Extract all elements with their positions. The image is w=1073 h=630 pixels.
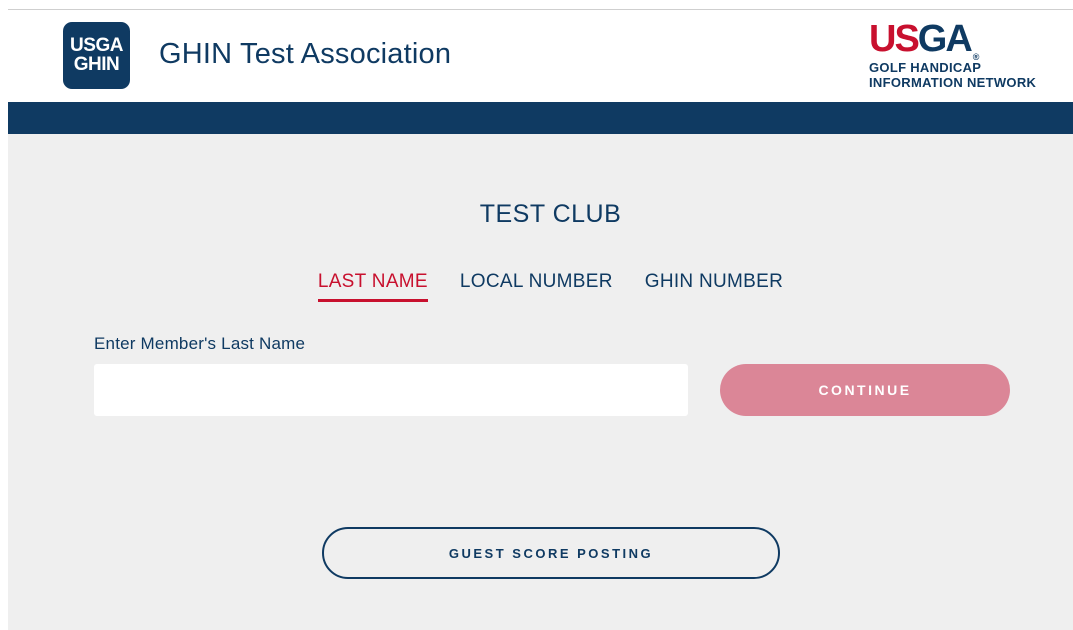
search-tabs: LAST NAME LOCAL NUMBER GHIN NUMBER bbox=[8, 271, 1073, 302]
tab-local-number[interactable]: LOCAL NUMBER bbox=[460, 271, 613, 299]
app-logo-line2: GHIN bbox=[73, 54, 120, 75]
continue-button[interactable]: CONTINUE bbox=[720, 364, 1010, 416]
last-name-input[interactable] bbox=[94, 364, 688, 416]
club-title: TEST CLUB bbox=[479, 200, 622, 228]
usga-tagline-line2: INFORMATION NETWORK bbox=[869, 75, 1037, 90]
nav-bar bbox=[8, 102, 1073, 134]
ghin-app-logo: USGA GHIN bbox=[63, 22, 130, 89]
registered-mark: ® bbox=[972, 52, 979, 62]
main-content: TEST CLUB LAST NAME LOCAL NUMBER GHIN NU… bbox=[8, 134, 1073, 630]
tab-ghin-number[interactable]: GHIN NUMBER bbox=[645, 271, 783, 299]
usga-brand-logo: USGA ® GOLF HANDICAP INFORMATION NETWORK bbox=[869, 20, 1049, 95]
page-title: GHIN Test Association bbox=[159, 38, 452, 70]
last-name-label: Enter Member's Last Name bbox=[94, 334, 306, 353]
app-logo-line1: USGA bbox=[70, 35, 123, 56]
usga-wordmark: USGA ® bbox=[869, 18, 1049, 62]
tab-last-name[interactable]: LAST NAME bbox=[317, 271, 428, 302]
header: USGA GHIN GHIN Test Association USGA ® GO… bbox=[8, 10, 1073, 102]
usga-tagline-line1: GOLF HANDICAP bbox=[869, 60, 982, 75]
usga-wordmark-blue: GA bbox=[917, 18, 973, 60]
guest-score-posting-button[interactable]: GUEST SCORE POSTING bbox=[322, 527, 780, 579]
app-frame: USGA GHIN GHIN Test Association USGA ® GO… bbox=[8, 9, 1073, 630]
usga-wordmark-red: US bbox=[869, 18, 920, 60]
